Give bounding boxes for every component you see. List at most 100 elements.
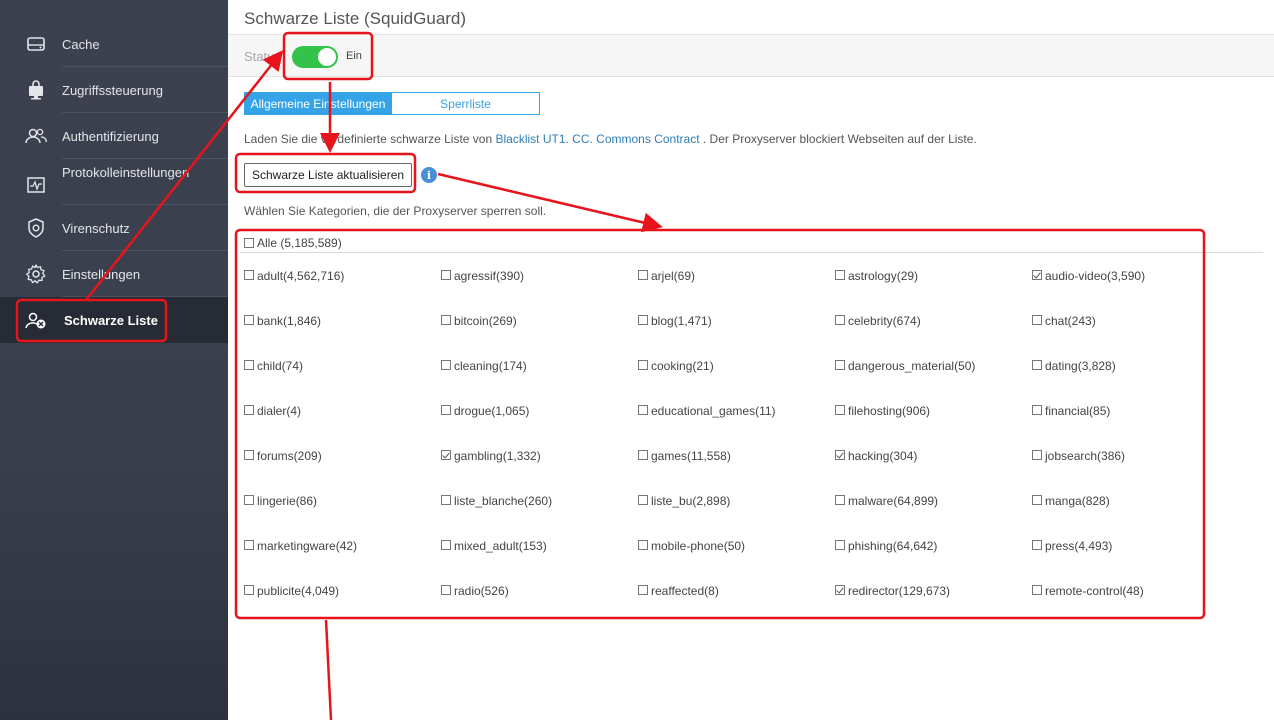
checkbox[interactable] [638, 315, 648, 325]
category-label: drogue(1,065) [454, 404, 530, 418]
tab-general-settings[interactable]: Allgemeine Einstellungen [244, 92, 392, 115]
category-checkbox[interactable]: agressif(390) [441, 267, 638, 312]
checkbox[interactable] [441, 270, 451, 280]
checkbox[interactable] [244, 315, 254, 325]
checkbox[interactable] [835, 450, 845, 460]
category-checkbox[interactable]: bank(1,846) [244, 312, 441, 357]
category-checkbox[interactable]: filehosting(906) [835, 402, 1032, 447]
category-checkbox[interactable]: astrology(29) [835, 267, 1032, 312]
blacklist-source-link[interactable]: Blacklist UT1. CC. Commons Contract [495, 132, 699, 146]
category-checkbox[interactable]: manga(828) [1032, 492, 1229, 537]
category-checkbox[interactable]: games(11,558) [638, 447, 835, 492]
category-checkbox[interactable]: reaffected(8) [638, 582, 835, 627]
checkbox[interactable] [638, 360, 648, 370]
category-checkbox[interactable]: liste_blanche(260) [441, 492, 638, 537]
checkbox[interactable] [244, 270, 254, 280]
category-checkbox[interactable]: child(74) [244, 357, 441, 402]
category-checkbox[interactable]: press(4,493) [1032, 537, 1229, 582]
category-checkbox[interactable]: dialer(4) [244, 402, 441, 447]
category-checkbox[interactable]: celebrity(674) [835, 312, 1032, 357]
category-checkbox[interactable]: adult(4,562,716) [244, 267, 441, 312]
category-checkbox[interactable]: lingerie(86) [244, 492, 441, 537]
checkbox[interactable] [1032, 585, 1042, 595]
checkbox[interactable] [835, 270, 845, 280]
tab-block-list[interactable]: Sperrliste [392, 92, 540, 115]
checkbox[interactable] [244, 238, 254, 248]
sidebar-item-authentication[interactable]: Authentifizierung [0, 113, 228, 159]
category-checkbox[interactable]: liste_bu(2,898) [638, 492, 835, 537]
tab-bar: Allgemeine Einstellungen Sperrliste [244, 92, 540, 115]
checkbox[interactable] [1032, 540, 1042, 550]
checkbox[interactable] [835, 315, 845, 325]
checkbox[interactable] [1032, 270, 1042, 280]
checkbox[interactable] [638, 270, 648, 280]
category-checkbox[interactable]: drogue(1,065) [441, 402, 638, 447]
category-checkbox[interactable]: marketingware(42) [244, 537, 441, 582]
checkbox[interactable] [244, 585, 254, 595]
category-checkbox[interactable]: forums(209) [244, 447, 441, 492]
info-icon[interactable]: i [421, 167, 437, 183]
checkbox[interactable] [441, 540, 451, 550]
checkbox[interactable] [244, 450, 254, 460]
category-checkbox[interactable]: redirector(129,673) [835, 582, 1032, 627]
category-checkbox[interactable]: phishing(64,642) [835, 537, 1032, 582]
checkbox[interactable] [835, 540, 845, 550]
category-checkbox[interactable]: mixed_adult(153) [441, 537, 638, 582]
checkbox[interactable] [638, 450, 648, 460]
status-toggle[interactable] [292, 46, 338, 68]
checkbox[interactable] [835, 405, 845, 415]
checkbox[interactable] [1032, 495, 1042, 505]
category-checkbox[interactable]: chat(243) [1032, 312, 1229, 357]
checkbox[interactable] [1032, 450, 1042, 460]
checkbox[interactable] [1032, 405, 1042, 415]
checkbox[interactable] [1032, 360, 1042, 370]
category-label: press(4,493) [1045, 539, 1113, 553]
category-checkbox[interactable]: radio(526) [441, 582, 638, 627]
checkbox[interactable] [441, 315, 451, 325]
sidebar-item-log-settings[interactable]: Protokolleinstellungen [0, 159, 228, 205]
category-grid: adult(4,562,716) agressif(390) arjel(69) as… [244, 267, 1229, 627]
category-checkbox[interactable]: jobsearch(386) [1032, 447, 1229, 492]
checkbox[interactable] [441, 405, 451, 415]
category-checkbox[interactable]: blog(1,471) [638, 312, 835, 357]
category-checkbox[interactable]: malware(64,899) [835, 492, 1032, 537]
checkbox[interactable] [244, 360, 254, 370]
category-checkbox[interactable]: arjel(69) [638, 267, 835, 312]
category-checkbox[interactable]: dangerous_material(50) [835, 357, 1032, 402]
category-checkbox[interactable]: educational_games(11) [638, 402, 835, 447]
checkbox[interactable] [441, 495, 451, 505]
category-checkbox[interactable]: publicite(4,049) [244, 582, 441, 627]
sidebar-item-access-control[interactable]: Zugriffssteuerung [0, 67, 228, 113]
checkbox[interactable] [835, 360, 845, 370]
checkbox[interactable] [244, 540, 254, 550]
sidebar-item-cache[interactable]: Cache [0, 21, 228, 67]
checkbox[interactable] [441, 360, 451, 370]
checkbox[interactable] [441, 450, 451, 460]
category-checkbox[interactable]: mobile-phone(50) [638, 537, 835, 582]
checkbox[interactable] [835, 495, 845, 505]
category-label: educational_games(11) [651, 404, 776, 418]
checkbox[interactable] [244, 495, 254, 505]
sidebar-item-blacklist[interactable]: Schwarze Liste [0, 297, 228, 343]
category-checkbox[interactable]: bitcoin(269) [441, 312, 638, 357]
category-checkbox[interactable]: gambling(1,332) [441, 447, 638, 492]
category-checkbox[interactable]: hacking(304) [835, 447, 1032, 492]
category-checkbox[interactable]: dating(3,828) [1032, 357, 1229, 402]
checkbox[interactable] [638, 585, 648, 595]
checkbox[interactable] [638, 405, 648, 415]
checkbox[interactable] [1032, 315, 1042, 325]
checkbox[interactable] [638, 540, 648, 550]
select-all-checkbox[interactable]: Alle (5,185,589) [244, 236, 342, 250]
checkbox[interactable] [835, 585, 845, 595]
category-checkbox[interactable]: cooking(21) [638, 357, 835, 402]
checkbox[interactable] [441, 585, 451, 595]
category-checkbox[interactable]: audio-video(3,590) [1032, 267, 1229, 312]
category-checkbox[interactable]: remote-control(48) [1032, 582, 1229, 627]
sidebar-item-antivirus[interactable]: Virenschutz [0, 205, 228, 251]
category-checkbox[interactable]: cleaning(174) [441, 357, 638, 402]
sidebar-item-settings[interactable]: Einstellungen [0, 251, 228, 297]
checkbox[interactable] [638, 495, 648, 505]
checkbox[interactable] [244, 405, 254, 415]
update-blacklist-button[interactable]: Schwarze Liste aktualisieren [244, 163, 413, 187]
category-checkbox[interactable]: financial(85) [1032, 402, 1229, 447]
